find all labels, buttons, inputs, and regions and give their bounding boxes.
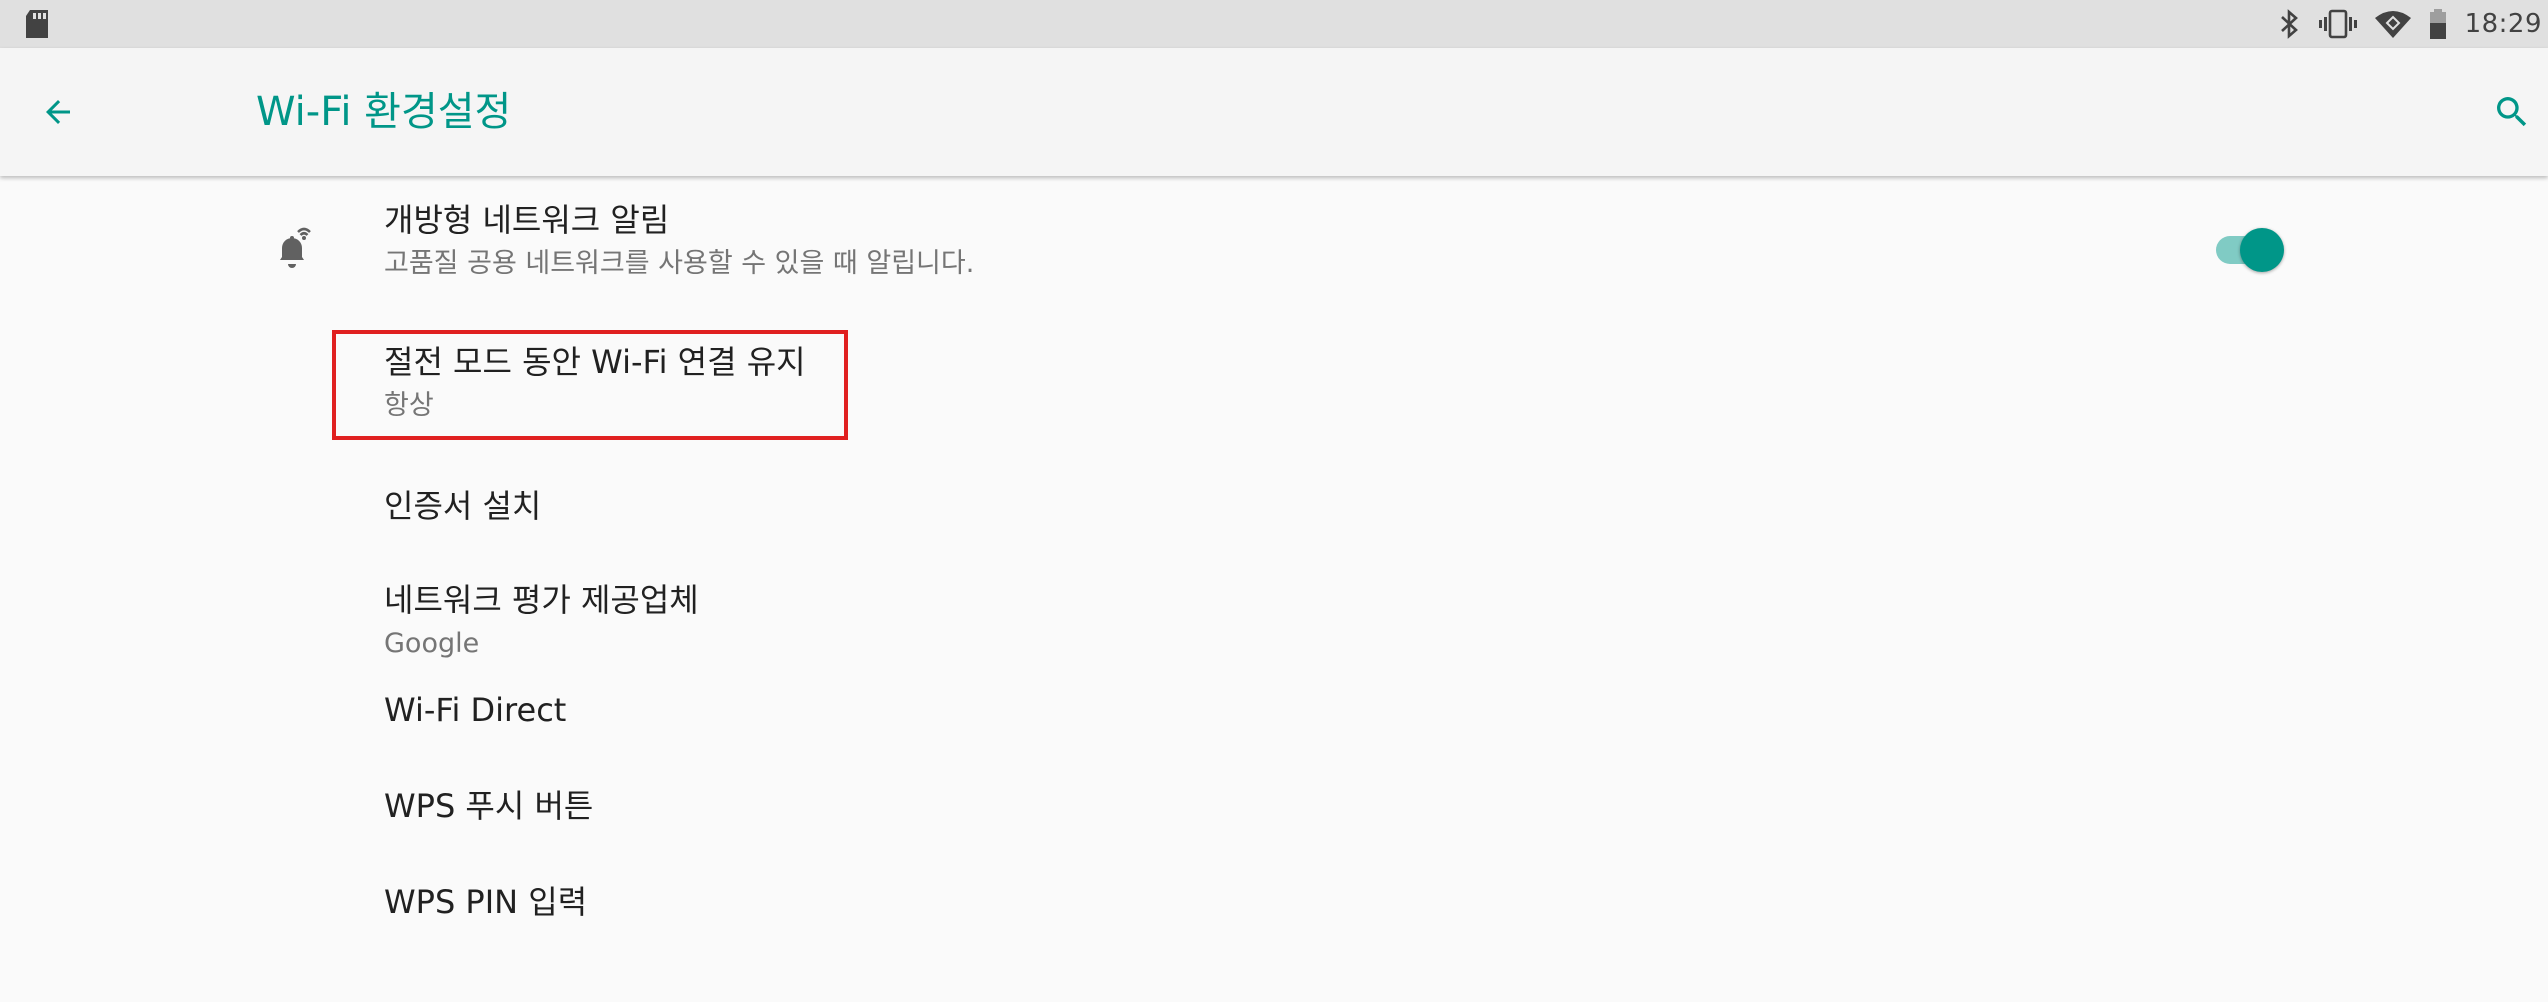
pref-summary: 항상 <box>384 390 434 421</box>
pref-title: Wi-Fi Direct <box>384 691 567 729</box>
search-button[interactable] <box>2484 84 2540 140</box>
status-icons: 18:29 <box>2279 0 2542 48</box>
pref-title: WPS PIN 입력 <box>384 883 588 921</box>
pref-wps-pin-entry[interactable]: WPS PIN 입력 <box>0 870 2548 966</box>
open-network-notification-toggle[interactable] <box>2212 224 2284 274</box>
back-button[interactable] <box>30 84 86 140</box>
toggle-thumb <box>2240 228 2284 272</box>
bluetooth-icon <box>2279 9 2301 39</box>
pref-title: 네트워크 평가 제공업체 <box>384 581 699 619</box>
page-title: Wi-Fi 환경설정 <box>256 89 512 135</box>
pref-title: 인증서 설치 <box>384 487 542 525</box>
app-bar: Wi-Fi 환경설정 <box>0 48 2548 176</box>
search-icon <box>2497 97 2527 127</box>
pref-keep-wifi-during-sleep[interactable]: 절전 모드 동안 Wi-Fi 연결 유지 항상 <box>0 320 2548 462</box>
battery-icon <box>2429 9 2447 39</box>
arrow-back-icon <box>46 100 70 124</box>
wifi-notification-bell-icon <box>268 224 316 276</box>
pref-wifi-direct[interactable]: Wi-Fi Direct <box>0 678 2548 774</box>
pref-install-certificates[interactable]: 인증서 설치 <box>0 462 2548 558</box>
vibrate-icon <box>2318 9 2357 39</box>
pref-summary: Google <box>384 628 480 659</box>
pref-summary: 고품질 공용 네트워크를 사용할 수 있을 때 알립니다. <box>384 248 975 279</box>
pref-open-network-notification[interactable]: 개방형 네트워크 알림 고품질 공용 네트워크를 사용할 수 있을 때 알립니다… <box>0 176 2548 320</box>
pref-title: 개방형 네트워크 알림 <box>384 201 670 239</box>
status-time: 18:29 <box>2464 9 2542 39</box>
pref-title: 절전 모드 동안 Wi-Fi 연결 유지 <box>384 343 806 381</box>
pref-network-rating-provider[interactable]: 네트워크 평가 제공업체 Google <box>0 558 2548 678</box>
status-bar: 18:29 <box>0 0 2548 48</box>
pref-wps-push-button[interactable]: WPS 푸시 버튼 <box>0 774 2548 870</box>
pref-title: WPS 푸시 버튼 <box>384 787 594 825</box>
sd-card-icon <box>24 10 50 42</box>
preference-list: 개방형 네트워크 알림 고품질 공용 네트워크를 사용할 수 있을 때 알립니다… <box>0 176 2548 1002</box>
wifi-icon <box>2374 10 2411 38</box>
